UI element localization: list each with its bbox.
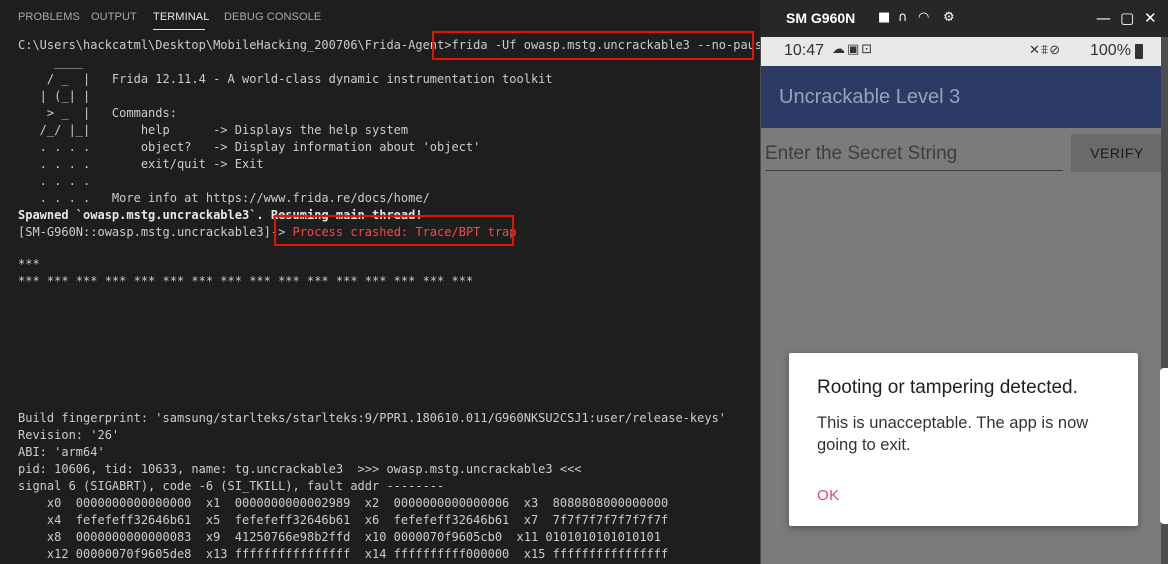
- terminal-panel: PROBLEMS OUTPUT TERMINAL DEBUG CONSOLE C…: [0, 0, 760, 564]
- dialog-ok-button[interactable]: OK: [817, 487, 840, 504]
- crash-log-line: pid: 10606, tid: 10633, name: tg.uncrack…: [18, 462, 582, 476]
- battery-icon: [1135, 44, 1143, 59]
- spawned-message: Spawned `owasp.mstg.uncrackable3`. Resum…: [18, 208, 423, 222]
- headphones-icon[interactable]: ∩: [898, 10, 908, 26]
- tab-output[interactable]: OUTPUT: [91, 11, 137, 23]
- panel-tabs: PROBLEMS OUTPUT TERMINAL DEBUG CONSOLE: [0, 0, 760, 34]
- app-bar: Uncrackable Level 3: [761, 66, 1161, 128]
- banner-line: . . . .: [18, 174, 91, 188]
- battery-percent: 100%: [1090, 42, 1131, 59]
- settings-icon[interactable]: ⚙: [943, 10, 955, 26]
- banner-line: . . . . More info at https://www.frida.r…: [18, 191, 430, 205]
- banner-line: ____: [18, 55, 84, 69]
- tab-terminal[interactable]: TERMINAL: [153, 11, 209, 23]
- minimize-button[interactable]: —: [1096, 9, 1111, 27]
- crash-message: Process crashed: Trace/BPT trap: [292, 225, 517, 239]
- status-time: 10:47: [784, 42, 825, 59]
- tab-debug-console[interactable]: DEBUG CONSOLE: [224, 11, 321, 23]
- register-line: x4 fefefeff32646b61 x5 fefefeff32646b61 …: [18, 513, 669, 527]
- session-line: [SM-G960N::owasp.mstg.uncrackable3]-> Pr…: [18, 224, 517, 241]
- device-name: SM G960N: [786, 10, 856, 26]
- command-text: frida -Uf owasp.mstg.uncrackable3 --no-p…: [451, 38, 760, 52]
- maximize-button[interactable]: ▢: [1120, 9, 1134, 27]
- session-prompt: [SM-G960N::owasp.mstg.uncrackable3]->: [18, 225, 286, 239]
- stars-line: ***: [18, 257, 40, 271]
- device-screen: 10:47 ☁▣⊡ ✕⩨⊘ 100% Uncrackable Level 3 V…: [761, 37, 1161, 564]
- banner-line: / _ | Frida 12.11.4 - A world-class dyna…: [18, 72, 553, 86]
- android-emulator: SM G960N ■ ∩ ◠ ⚙ — ▢ ✕ 10:47 ☁▣⊡ ✕⩨⊘ 100…: [760, 0, 1168, 564]
- dialog-title: Rooting or tampering detected.: [817, 377, 1078, 398]
- emulator-title-bar: SM G960N ■ ∩ ◠ ⚙ — ▢ ✕: [760, 0, 1168, 37]
- register-line: x12 00000070f9605de8 x13 fffffffffffffff…: [18, 547, 669, 561]
- banner-line: | (_| |: [18, 89, 91, 103]
- tab-problems[interactable]: PROBLEMS: [18, 11, 80, 23]
- verify-button[interactable]: VERIFY: [1071, 134, 1161, 172]
- notification-icons: ☁▣⊡: [832, 42, 875, 57]
- close-button[interactable]: ✕: [1144, 9, 1157, 27]
- prompt-path: C:\Users\hackcatml\Desktop\MobileHacking…: [18, 38, 452, 52]
- dialog-message: This is unacceptable. The app is now goi…: [817, 414, 1089, 454]
- app-title: Uncrackable Level 3: [779, 86, 961, 108]
- video-icon[interactable]: ■: [878, 10, 890, 26]
- banner-line: . . . . object? -> Display information a…: [18, 140, 481, 154]
- system-status-icons: ✕⩨⊘: [1029, 43, 1062, 58]
- banner-line: /_/ |_| help -> Displays the help system: [18, 123, 409, 137]
- command-line: C:\Users\hackcatml\Desktop\MobileHacking…: [18, 37, 760, 54]
- register-line: x0 0000000000000000 x1 0000000000002989 …: [18, 496, 669, 510]
- banner-line: > _ | Commands:: [18, 106, 177, 120]
- active-tab-indicator: [153, 29, 205, 30]
- crash-log-line: signal 6 (SIGABRT), code -6 (SI_TKILL), …: [18, 479, 445, 493]
- banner-line: . . . . exit/quit -> Exit: [18, 157, 264, 171]
- emulator-side-toolbar[interactable]: [1160, 368, 1168, 524]
- secret-string-input[interactable]: [765, 138, 1063, 171]
- tamper-alert-dialog: Rooting or tampering detected. This is u…: [789, 353, 1138, 526]
- crash-log-line: ABI: 'arm64': [18, 445, 105, 459]
- crash-log-line: Revision: '26': [18, 428, 120, 442]
- stars-line: *** *** *** *** *** *** *** *** *** *** …: [18, 274, 474, 288]
- status-bar: 10:47 ☁▣⊡ ✕⩨⊘ 100%: [761, 37, 1161, 66]
- register-line: x8 0000000000000083 x9 41250766e98b2ffd …: [18, 530, 661, 544]
- wifi-icon[interactable]: ◠: [918, 10, 929, 26]
- crash-log-line: Build fingerprint: 'samsung/starlteks/st…: [18, 411, 727, 425]
